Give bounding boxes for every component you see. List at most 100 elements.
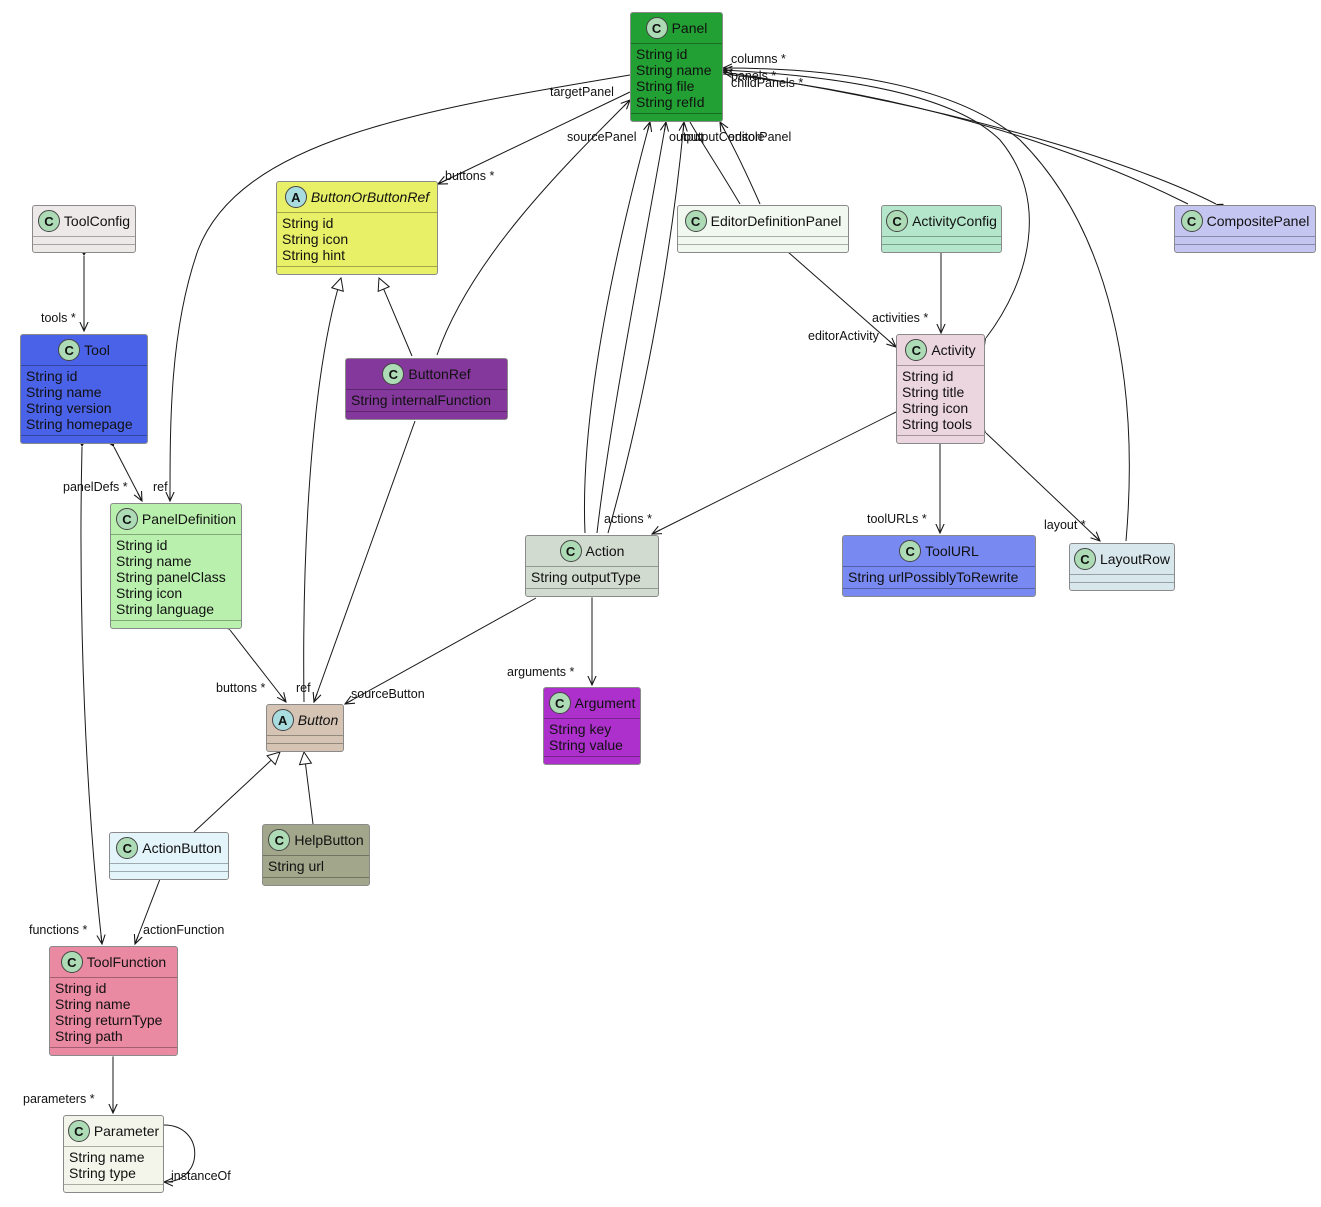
attribute: String language (116, 601, 215, 617)
class-parameter[interactable]: C Parameter String name String type (63, 1115, 164, 1193)
class-panel[interactable]: C Panel String id String name String file St… (630, 12, 723, 122)
attribute: String hint (282, 247, 346, 263)
relation-label: ref (296, 681, 311, 695)
class-attributes (1175, 236, 1315, 244)
class-actionbutton[interactable]: C ActionButton (109, 832, 229, 880)
class-stereotype-icon: C (645, 17, 668, 39)
class-buttonref[interactable]: C ButtonRef String internalFunction (345, 358, 508, 420)
class-methods (263, 877, 369, 885)
class-stereotype-icon: C (559, 540, 582, 562)
class-methods (346, 411, 507, 419)
class-name: ButtonOrButtonRef (310, 189, 430, 205)
class-methods (897, 435, 984, 443)
class-attributes (267, 735, 343, 743)
relation-label: editorPanel (728, 130, 792, 144)
class-name: ToolURL (925, 543, 979, 559)
edge-action-panel-console (607, 122, 684, 534)
relation-label: buttons * (216, 681, 266, 695)
relation-label: parameters * (23, 1092, 95, 1106)
edge-helpbutton-inherits (304, 752, 314, 825)
class-activity[interactable]: C Activity String id String title String ic… (896, 334, 985, 444)
class-stereotype-icon: C (905, 339, 928, 361)
attribute: String value (549, 737, 623, 753)
relation-label: functions * (29, 923, 88, 937)
class-attributes (1070, 574, 1174, 582)
relation-label: childPanels * (731, 76, 804, 90)
edge-panel-paneldefinition (170, 74, 631, 501)
attribute: String version (26, 400, 112, 416)
class-name: ToolConfig (63, 213, 131, 229)
relation-label: buttons * (445, 169, 495, 183)
relation-label: toolURLs * (867, 512, 927, 526)
attribute: String name (26, 384, 102, 400)
relation-label: actionFunction (143, 923, 225, 937)
relation-label: ref (153, 480, 168, 494)
edge-button-inherits (303, 278, 341, 703)
attribute: String icon (116, 585, 183, 601)
class-paneldefinition[interactable]: C PanelDefinition String id String name Str… (110, 503, 242, 629)
class-toolconfig[interactable]: C ToolConfig (32, 205, 136, 253)
class-methods (882, 244, 1001, 252)
class-helpbutton[interactable]: C HelpButton String url (262, 824, 370, 886)
class-argument[interactable]: C Argument String key String value (543, 687, 641, 765)
class-attributes (882, 236, 1001, 244)
class-stereotype-icon: C (60, 951, 83, 973)
class-name: Argument (574, 695, 636, 711)
edge-compositepanel-panel-2 (722, 73, 1189, 205)
class-tool[interactable]: C Tool String id String name String version… (20, 334, 148, 444)
attribute: String id (116, 537, 168, 553)
attribute: String file (636, 78, 695, 94)
abstract-stereotype-icon: A (271, 709, 294, 731)
attribute: String refId (636, 94, 705, 110)
class-name: ToolFunction (86, 954, 167, 970)
relation-label: columns * (731, 52, 786, 66)
class-toolfunction[interactable]: C ToolFunction String id String name String… (49, 946, 178, 1056)
edge-compositepanel-panel-1 (723, 72, 1216, 204)
relation-label: sourceButton (351, 687, 425, 701)
class-methods (678, 244, 848, 252)
class-stereotype-icon: C (1180, 210, 1203, 232)
class-buttonorbuttonref[interactable]: A ButtonOrButtonRef String id String icon S… (276, 181, 438, 275)
relation-label: instanceOf (171, 1169, 231, 1183)
class-stereotype-icon: C (116, 837, 139, 859)
class-button[interactable]: A Button (266, 704, 344, 752)
relation-label: activities * (872, 311, 929, 325)
class-name: CompositePanel (1206, 213, 1310, 229)
class-toolurl[interactable]: C ToolURL String urlPossiblyToRewrite (842, 535, 1036, 597)
class-action[interactable]: C Action String outputType (525, 535, 659, 597)
class-layoutrow[interactable]: C LayoutRow (1069, 543, 1175, 591)
relation-label: arguments * (507, 665, 575, 679)
edge-tool-toolfunction (81, 447, 102, 944)
class-name: EditorDefinitionPanel (710, 213, 842, 229)
class-name: HelpButton (294, 832, 364, 848)
class-name: ButtonRef (408, 366, 471, 382)
relation-label: actions * (604, 512, 652, 526)
attribute: String id (55, 980, 107, 996)
relation-label: layout * (1044, 518, 1086, 532)
class-attributes: String internalFunction (346, 389, 507, 411)
attribute: String url (268, 858, 325, 874)
attribute: String name (55, 996, 131, 1012)
attribute: String id (26, 368, 78, 384)
class-stereotype-icon: C (37, 210, 60, 232)
edge-actionbutton-inherits (193, 752, 280, 833)
class-activityconfig[interactable]: C ActivityConfig (881, 205, 1002, 253)
attribute: String name (69, 1149, 145, 1165)
attribute: String internalFunction (351, 392, 492, 408)
class-attributes (33, 236, 135, 244)
class-methods (544, 756, 640, 764)
class-methods (50, 1047, 177, 1055)
class-methods (110, 871, 228, 879)
class-compositepanel[interactable]: C CompositePanel (1174, 205, 1316, 253)
class-name: Activity (931, 342, 976, 358)
class-editordefinitionpanel[interactable]: C EditorDefinitionPanel (677, 205, 849, 253)
class-stereotype-icon: C (548, 692, 571, 714)
attribute: String key (549, 721, 612, 737)
attribute: String id (282, 215, 334, 231)
class-methods (277, 266, 437, 274)
class-name: Panel (671, 20, 708, 36)
class-methods (526, 588, 658, 596)
class-stereotype-icon: C (1073, 548, 1096, 570)
class-name: Tool (84, 342, 110, 358)
class-methods (21, 435, 147, 443)
